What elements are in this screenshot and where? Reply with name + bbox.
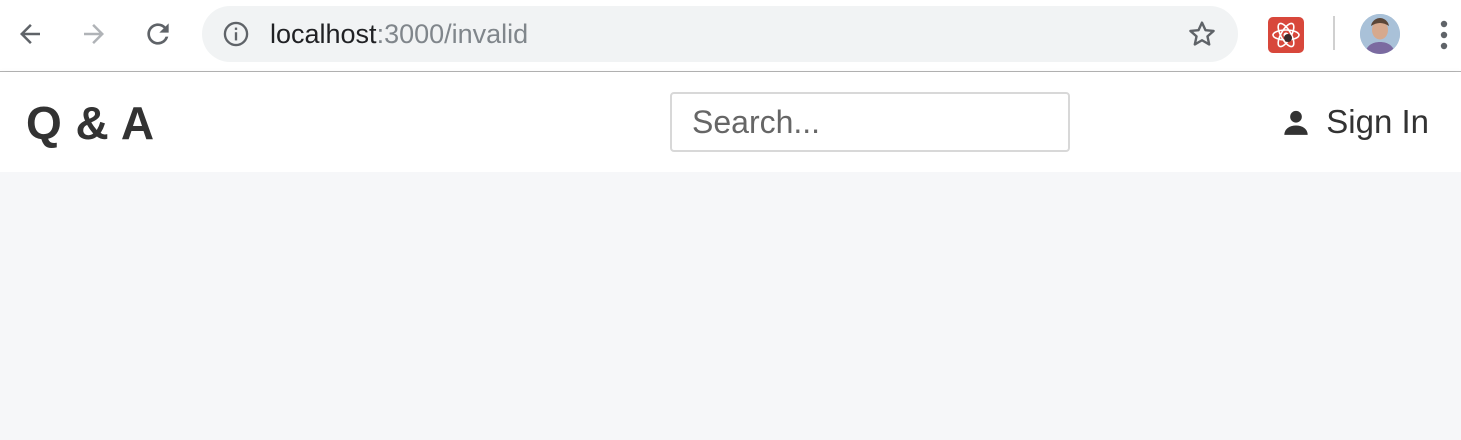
reload-icon — [147, 23, 169, 45]
url-text[interactable]: localhost:3000/invalid — [270, 20, 528, 48]
star-icon[interactable] — [1186, 18, 1218, 50]
address-bar[interactable]: localhost:3000/invalid — [202, 6, 1238, 62]
back-button[interactable] — [10, 14, 50, 54]
back-arrow-icon — [20, 24, 40, 44]
person-photo-icon — [1360, 14, 1400, 54]
reload-button[interactable] — [138, 14, 178, 54]
browser-toolbar: localhost:3000/invalid — [0, 0, 1461, 72]
sign-in-label: Sign In — [1326, 103, 1429, 140]
forward-arrow-icon — [84, 24, 104, 44]
url-host: localhost — [270, 19, 377, 49]
brand-link[interactable]: Q & A — [26, 96, 155, 150]
app-header: Q & A Sign In — [0, 72, 1461, 172]
forward-button[interactable] — [74, 14, 114, 54]
react-devtools-extension-icon[interactable] — [1268, 17, 1304, 53]
profile-avatar[interactable] — [1360, 14, 1400, 54]
search-input[interactable] — [670, 92, 1070, 152]
main-content — [0, 172, 1461, 440]
sign-in-button[interactable]: Sign In — [1282, 100, 1429, 144]
atom-icon — [1272, 22, 1300, 48]
url-path: :3000/invalid — [376, 19, 529, 49]
kebab-menu-icon[interactable] — [1430, 18, 1458, 52]
info-icon[interactable] — [222, 20, 250, 48]
user-icon — [1284, 110, 1308, 135]
toolbar-separator — [1333, 16, 1335, 50]
